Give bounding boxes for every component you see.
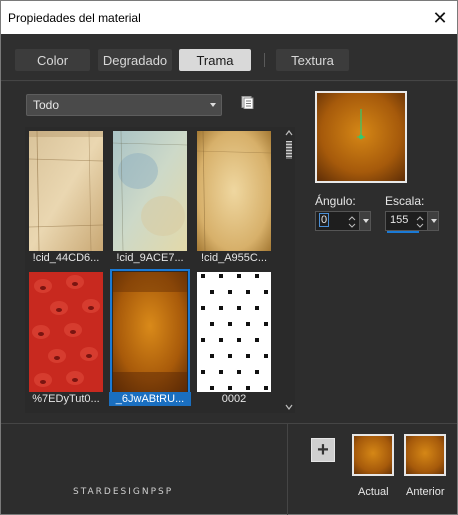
scale-label: Escala:	[385, 194, 425, 208]
angle-spinner[interactable]: 0	[315, 211, 371, 231]
scroll-up-icon[interactable]	[285, 129, 293, 137]
watermark-text: STARDESIGNPSP	[73, 487, 174, 497]
material-properties-dialog: Propiedades del material ✕ Color Degrada…	[0, 0, 458, 515]
pattern-thumbnail	[197, 272, 271, 392]
add-to-swatches-button[interactable]: +	[311, 438, 335, 462]
scroll-down-icon[interactable]	[285, 403, 293, 411]
footer-divider	[287, 424, 288, 515]
angle-value[interactable]: 0	[318, 213, 330, 227]
current-label: Actual	[358, 486, 389, 498]
pattern-thumbnail	[110, 269, 190, 395]
scrollbar-thumb[interactable]	[286, 141, 292, 159]
document-icon[interactable]	[241, 96, 254, 109]
current-material-swatch[interactable]	[352, 434, 394, 476]
scale-updown-icon[interactable]	[416, 214, 424, 230]
category-dropdown-value: Todo	[33, 98, 60, 112]
scale-dropdown-icon[interactable]	[427, 212, 438, 230]
pattern-thumbnail	[197, 131, 271, 251]
pattern-item[interactable]: 0002	[193, 268, 275, 406]
previous-material-swatch[interactable]	[404, 434, 446, 476]
previous-label: Anterior	[406, 486, 445, 498]
pattern-item[interactable]: !cid_A955C...	[193, 127, 275, 265]
angle-label: Ángulo:	[315, 194, 356, 208]
pattern-thumbnail	[29, 272, 103, 392]
pattern-item-label: !cid_9ACE7...	[116, 252, 184, 264]
pattern-item-label: 0002	[221, 393, 247, 405]
pattern-preview[interactable]	[315, 91, 407, 183]
tab-separator	[264, 53, 265, 67]
close-icon[interactable]: ✕	[427, 5, 453, 31]
scale-progress-bar	[387, 231, 419, 233]
pattern-thumbnail	[113, 131, 187, 251]
pattern-item-label: %7EDyTut0...	[32, 393, 100, 405]
pattern-panel: Todo !cid_44CD6... !cid_9ACE7... !cid_A9…	[1, 82, 457, 423]
chevron-down-icon	[210, 103, 216, 107]
angle-dropdown-icon[interactable]	[359, 212, 370, 230]
pattern-thumbnail	[29, 131, 103, 251]
pattern-grid: !cid_44CD6... !cid_9ACE7... !cid_A955C..…	[25, 127, 283, 413]
tab-texture[interactable]: Textura	[276, 49, 349, 71]
tab-pattern[interactable]: Trama	[179, 49, 251, 71]
pattern-item-label: !cid_A955C...	[200, 252, 268, 264]
tab-color[interactable]: Color	[15, 49, 90, 71]
pattern-item[interactable]: %7EDyTut0...	[25, 268, 107, 406]
angle-updown-icon[interactable]	[348, 214, 356, 230]
window-title: Propiedades del material	[8, 11, 141, 25]
scale-value[interactable]: 155	[390, 214, 408, 226]
pattern-item-selected[interactable]: _6JwABtRU...	[109, 268, 191, 406]
pattern-item-label: !cid_44CD6...	[32, 252, 100, 264]
pattern-item[interactable]: !cid_9ACE7...	[109, 127, 191, 265]
pattern-item[interactable]: !cid_44CD6...	[25, 127, 107, 265]
tab-gradient[interactable]: Degradado	[98, 49, 172, 71]
category-dropdown[interactable]: Todo	[26, 94, 222, 116]
tab-bar: Color Degradado Trama Textura	[1, 34, 457, 81]
pattern-item-label: _6JwABtRU...	[109, 392, 191, 406]
pattern-scrollbar[interactable]	[283, 127, 295, 413]
title-bar: Propiedades del material ✕	[1, 1, 457, 34]
footer-panel: STARDESIGNPSP + Actual Anterior	[1, 423, 457, 515]
scale-spinner[interactable]: 155	[385, 211, 439, 233]
